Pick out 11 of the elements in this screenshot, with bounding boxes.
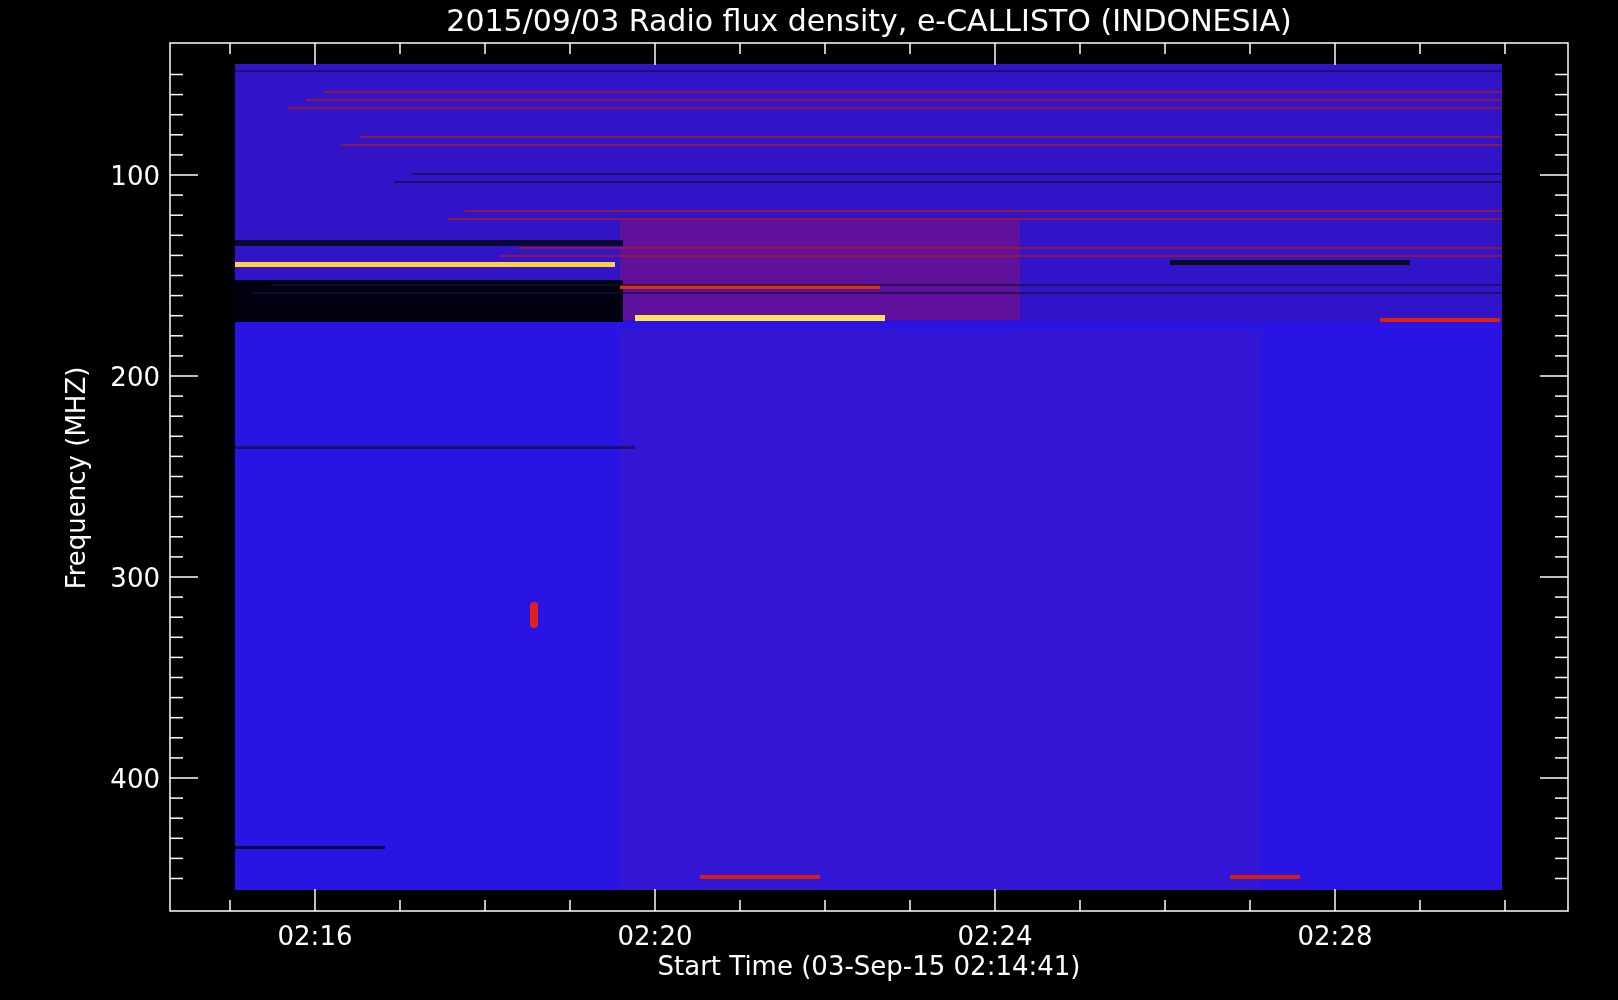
y-tick-label: 200 <box>110 362 160 392</box>
x-tick-label: 02:16 <box>277 921 353 951</box>
x-tick-label: 02:20 <box>617 921 693 951</box>
y-tick-label: 400 <box>110 764 160 794</box>
x-tick-label: 02:28 <box>1297 921 1373 951</box>
x-axis-title: Start Time (03-Sep-15 02:14:41) <box>657 951 1081 981</box>
x-tick-label: 02:24 <box>957 921 1033 951</box>
chart-title: 2015/09/03 Radio flux density, e-CALLISTO (INDONESIA) <box>446 3 1292 38</box>
y-tick-label: 100 <box>110 161 160 191</box>
y-tick-label: 300 <box>110 563 160 593</box>
y-axis-title: Frequency (MHZ) <box>61 366 91 590</box>
